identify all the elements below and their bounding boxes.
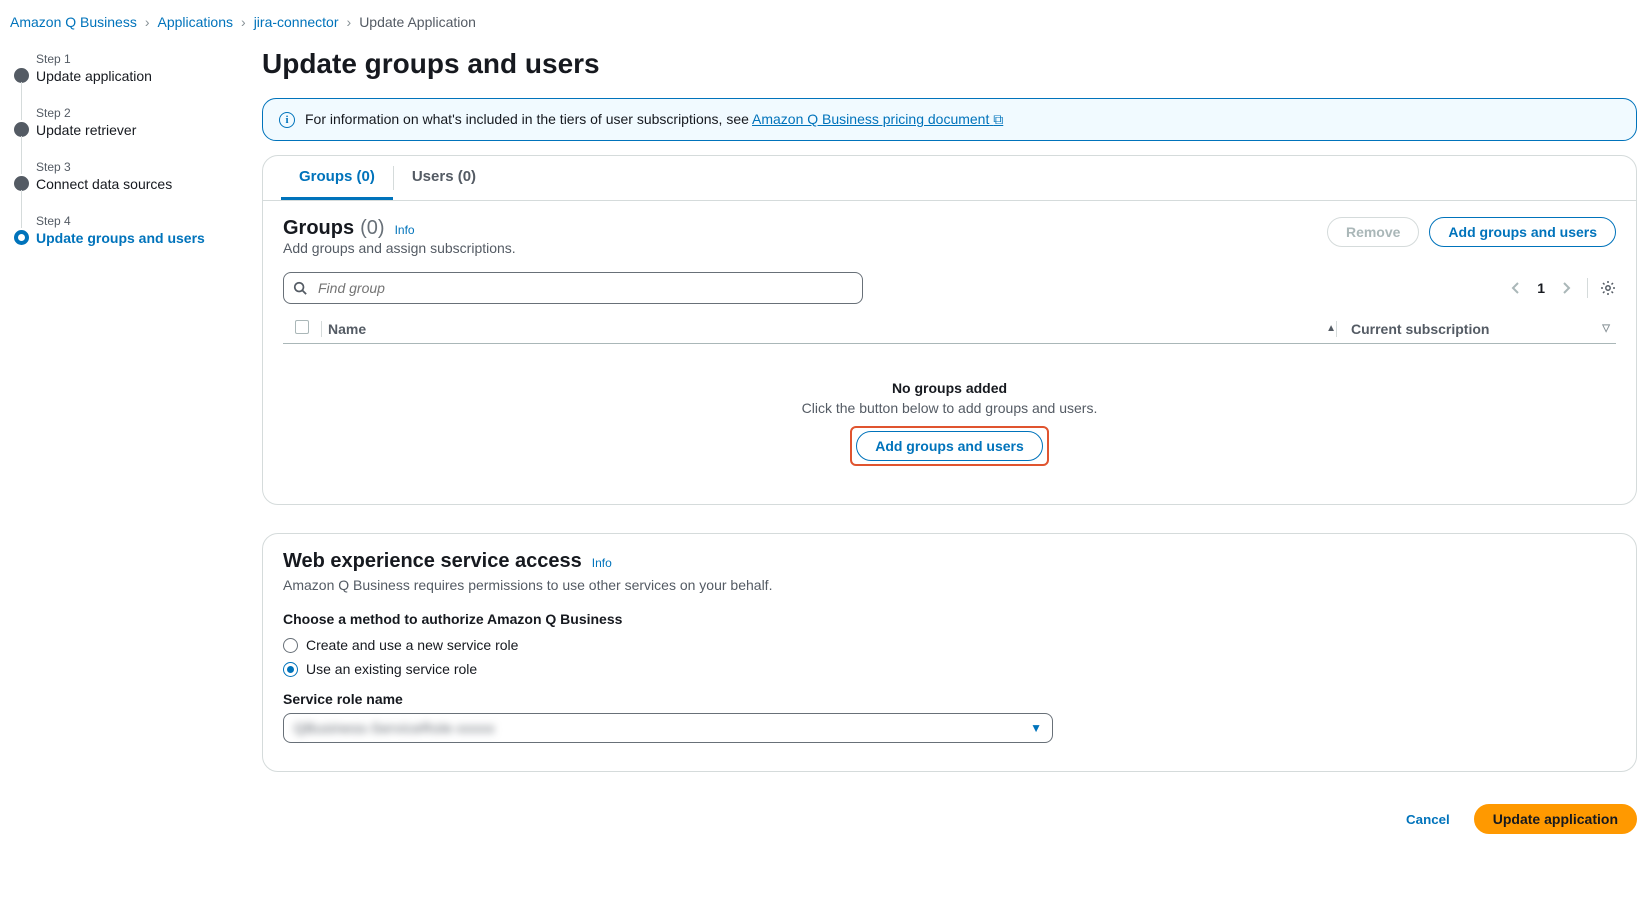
breadcrumb-current: Update Application: [359, 14, 476, 30]
next-page-button[interactable]: [1557, 277, 1575, 299]
search-input[interactable]: [283, 272, 863, 304]
info-link[interactable]: Info: [592, 556, 612, 570]
settings-button[interactable]: [1600, 280, 1616, 296]
step-kicker: Step 2: [36, 106, 238, 120]
step-dot-icon: [14, 230, 29, 245]
wizard-stepper: Step 1 Update application Step 2 Update …: [8, 48, 238, 854]
search-container: [283, 272, 863, 304]
column-name[interactable]: Name ▲: [321, 321, 1336, 337]
groups-section-title: Groups (0) Info: [283, 217, 516, 240]
step-dot-icon: [14, 122, 29, 137]
step-title: Connect data sources: [36, 176, 238, 192]
info-icon: i: [279, 112, 295, 128]
select-value: QBusiness-ServiceRole-xxxxx: [294, 720, 495, 736]
authorize-method-label: Choose a method to authorize Amazon Q Bu…: [283, 611, 1616, 627]
chevron-right-icon: ›: [241, 14, 246, 30]
service-access-panel: Web experience service access Info Amazo…: [262, 533, 1637, 772]
callout-highlight: Add groups and users: [850, 426, 1049, 466]
service-access-title: Web experience service access Info: [283, 550, 1616, 573]
external-icon: ⧉: [993, 111, 1003, 127]
step-update-groups-and-users[interactable]: Step 4 Update groups and users: [14, 214, 238, 246]
groups-subtitle: Add groups and assign subscriptions.: [283, 240, 516, 256]
breadcrumb: Amazon Q Business › Applications › jira-…: [0, 0, 1645, 48]
add-groups-and-users-empty-button[interactable]: Add groups and users: [856, 431, 1043, 461]
breadcrumb-amazon-q-business[interactable]: Amazon Q Business: [10, 14, 137, 30]
pagination: 1: [1507, 277, 1616, 299]
breadcrumb-jira-connector[interactable]: jira-connector: [254, 14, 339, 30]
tab-groups[interactable]: Groups (0): [281, 156, 393, 200]
sort-ascending-icon: ▲: [1326, 323, 1336, 334]
step-title: Update groups and users: [36, 230, 238, 246]
chevron-right-icon: ›: [145, 14, 150, 30]
remove-button[interactable]: Remove: [1327, 217, 1419, 247]
step-kicker: Step 1: [36, 52, 238, 66]
radio-use-existing-role[interactable]: Use an existing service role: [283, 661, 1616, 677]
page-number: 1: [1537, 280, 1545, 296]
main-content: Update groups and users i For informatio…: [262, 48, 1637, 854]
page-title: Update groups and users: [262, 48, 1637, 80]
service-role-name-label: Service role name: [283, 691, 1616, 707]
chevron-right-icon: ›: [347, 14, 352, 30]
footer-actions: Cancel Update application: [262, 800, 1637, 854]
table-header: Name ▲ Current subscription ▽: [283, 314, 1616, 344]
update-application-button[interactable]: Update application: [1474, 804, 1637, 834]
prev-page-button[interactable]: [1507, 277, 1525, 299]
alert-text: For information on what's included in th…: [305, 111, 1003, 128]
step-update-application[interactable]: Step 1 Update application: [14, 52, 238, 84]
step-update-retriever[interactable]: Step 2 Update retriever: [14, 106, 238, 138]
info-alert: i For information on what's included in …: [262, 98, 1637, 141]
step-title: Update retriever: [36, 122, 238, 138]
info-link[interactable]: Info: [395, 223, 415, 237]
radio-icon: [283, 638, 298, 653]
groups-panel: Groups (0) Users (0) Groups (0) Info Add…: [262, 155, 1637, 505]
search-icon: [293, 281, 307, 295]
sort-descending-icon: ▽: [1602, 323, 1610, 334]
service-role-select[interactable]: QBusiness-ServiceRole-xxxxx ▼: [283, 713, 1053, 743]
add-groups-and-users-button[interactable]: Add groups and users: [1429, 217, 1616, 247]
step-kicker: Step 4: [36, 214, 238, 228]
breadcrumb-applications[interactable]: Applications: [158, 14, 234, 30]
tabs: Groups (0) Users (0): [263, 156, 1636, 201]
tab-users[interactable]: Users (0): [394, 156, 494, 200]
cancel-button[interactable]: Cancel: [1392, 804, 1464, 834]
radio-create-new-role[interactable]: Create and use a new service role: [283, 637, 1616, 653]
step-connect-data-sources[interactable]: Step 3 Connect data sources: [14, 160, 238, 192]
empty-title: No groups added: [283, 380, 1616, 396]
pricing-document-link[interactable]: Amazon Q Business pricing document ⧉: [752, 111, 1003, 127]
empty-subtitle: Click the button below to add groups and…: [283, 400, 1616, 416]
gear-icon: [1600, 280, 1616, 296]
step-dot-icon: [14, 176, 29, 191]
step-title: Update application: [36, 68, 238, 84]
service-access-subtitle: Amazon Q Business requires permissions t…: [283, 577, 1616, 593]
step-kicker: Step 3: [36, 160, 238, 174]
chevron-down-icon: ▼: [1030, 721, 1042, 735]
empty-state: No groups added Click the button below t…: [283, 344, 1616, 476]
step-dot-icon: [14, 68, 29, 83]
select-all-checkbox[interactable]: [283, 320, 321, 337]
column-current-subscription[interactable]: Current subscription ▽: [1336, 321, 1616, 337]
radio-icon: [283, 662, 298, 677]
